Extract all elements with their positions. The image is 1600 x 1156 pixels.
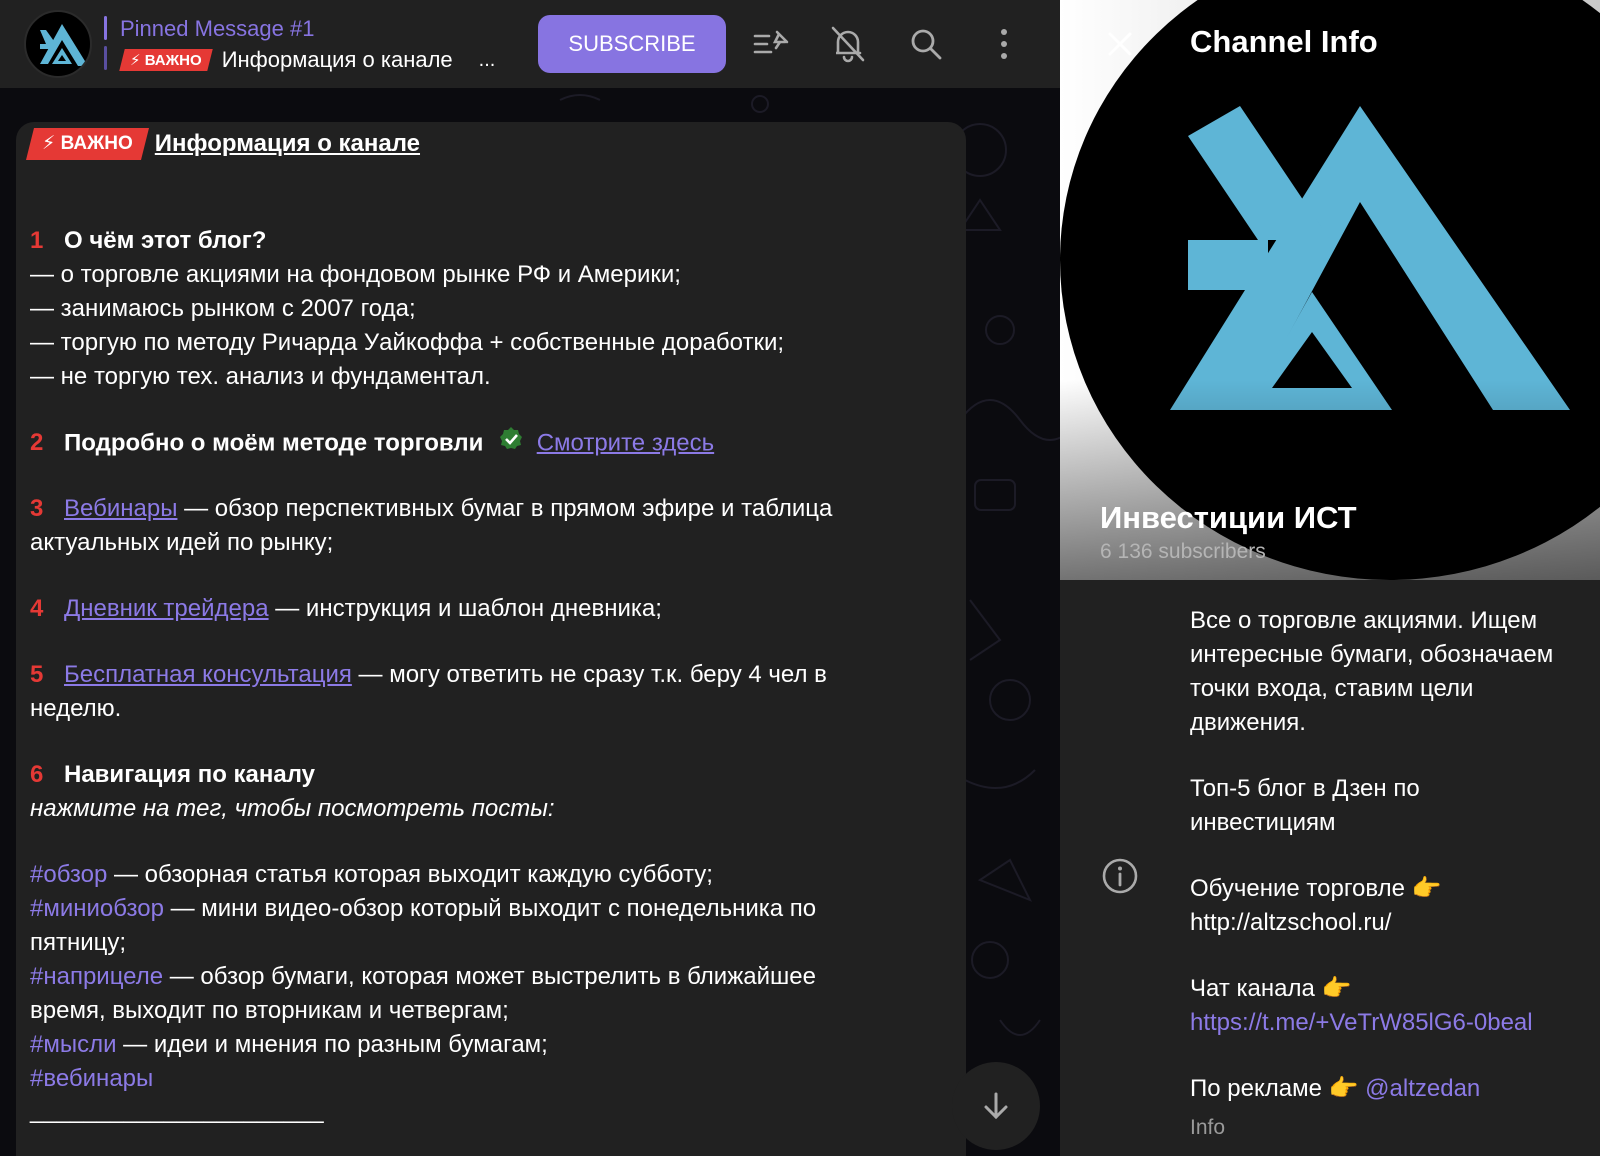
trader-diary-link[interactable]: Дневник трейдера (64, 595, 269, 622)
important-badge: ⚡ ВАЖНО (119, 49, 213, 71)
section-6-title: 6 Навигация по каналу (30, 758, 315, 792)
check-mark-icon (498, 426, 524, 462)
tag-line: #мысли — идеи и мнения по разным бумагам… (30, 1031, 548, 1058)
pinned-title: Pinned Message #1 (120, 16, 315, 41)
method-link[interactable]: Смотрите здесь (537, 429, 714, 456)
tag-line-continuation: время, выходит по вторникам и четвергам; (30, 997, 509, 1024)
post-header: ⚡ ВАЖНО Информация о канале (26, 124, 420, 164)
channel-info-panel: Channel Info Инвестиции ИСТ 6 136 subscr… (1060, 0, 1600, 1156)
hashtag-miniobzor[interactable]: #миниобзор (30, 895, 164, 922)
search-icon[interactable] (906, 24, 946, 64)
panel-title: Channel Info (1190, 24, 1378, 59)
unpin-list-icon[interactable] (752, 24, 792, 64)
channel-logo-icon (40, 24, 88, 66)
chat-header: Pinned Message #1 ⚡ ВАЖНО Информация о к… (0, 0, 1060, 88)
section-4: 4 Дневник трейдера — инструкция и шаблон … (30, 592, 662, 626)
section-6-subtitle: нажмите на тег, чтобы посмотреть посты: (30, 795, 555, 822)
pinned-ellipsis: ... (478, 48, 496, 71)
description-line: точки входа, ставим цели (1190, 675, 1474, 702)
description-line: движения. (1190, 709, 1306, 736)
tag-line: #обзор — обзорная статья которая выходит… (30, 861, 713, 888)
pinned-indicator-active (104, 16, 107, 40)
info-label: Info (1190, 1116, 1226, 1139)
tag-line: #наприцеле — обзор бумаги, которая может… (30, 963, 816, 990)
learn-text: Обучение торговле 👉 (1190, 875, 1442, 902)
number-5-icon: 5 (30, 661, 44, 688)
bell-off-icon[interactable] (828, 24, 868, 64)
section-1-line: — не торгую тех. анализ и фундаментал. (30, 363, 491, 390)
description-line: инвестициям (1190, 809, 1336, 836)
hashtag-napricele[interactable]: #наприцеле (30, 963, 163, 990)
info-icon (1102, 858, 1138, 894)
webinars-link[interactable]: Вебинары (64, 495, 177, 522)
number-2-icon: 2 (30, 429, 44, 457)
close-icon[interactable] (1100, 24, 1140, 64)
pinned-message-bar[interactable]: Pinned Message #1 ⚡ ВАЖНО Информация о к… (104, 14, 524, 74)
chat-text: Чат канала 👉 (1190, 975, 1352, 1002)
section-2: 2 Подробно о моём методе торговли Смотрит… (30, 426, 714, 462)
number-3-icon: 3 (30, 495, 44, 522)
tag-line: #вебинары (30, 1062, 153, 1096)
chat-area: Pinned Message #1 ⚡ ВАЖНО Информация о к… (0, 0, 1060, 1156)
hashtag-obzor[interactable]: #обзор (30, 861, 107, 888)
channel-photo (1060, 0, 1600, 580)
more-vertical-icon[interactable] (984, 24, 1024, 64)
section-3: 3 Вебинары — обзор перспективных бумаг в … (30, 492, 832, 526)
chat-url-link[interactable]: https://t.me/+VeTrW85lG6-0beal (1190, 1006, 1533, 1040)
description-line: Топ-5 блог в Дзен по (1190, 775, 1420, 802)
tag-line: #миниобзор — мини видео-обзор который вы… (30, 895, 817, 922)
section-1-line: — занимаюсь рынком с 2007 года; (30, 295, 416, 322)
description-line: Все о торговле акциями. Ищем (1190, 607, 1538, 634)
section-1-line: — торгую по методу Ричарда Уайкоффа + со… (30, 329, 785, 356)
post-header-link[interactable]: Информация о канале (155, 127, 420, 161)
divider-line: ______________________ (30, 1097, 324, 1124)
channel-name: Инвестиции ИСТ (1100, 500, 1357, 535)
free-consultation-link[interactable]: Бесплатная консультация (64, 661, 352, 688)
section-1-line: — о торговле акциями на фондовом рынке Р… (30, 261, 681, 288)
ads-line: По рекламе 👉 @altzedan (1190, 1075, 1481, 1102)
section-5: 5 Бесплатная консультация — могу ответить… (30, 658, 827, 692)
subscribe-button[interactable]: SUBSCRIBE (538, 15, 726, 73)
section-5-continuation: неделю. (30, 695, 122, 722)
important-badge: ⚡ ВАЖНО (26, 128, 149, 160)
number-1-icon: 1 (30, 227, 44, 254)
arrow-down-icon (984, 1092, 1008, 1120)
number-4-icon: 4 (30, 595, 44, 622)
pinned-preview-text: Информация о канале (221, 47, 453, 72)
subscriber-count: 6 136 subscribers (1100, 540, 1266, 563)
number-6-icon: 6 (30, 761, 44, 788)
ads-handle-link[interactable]: @altzedan (1365, 1075, 1480, 1102)
pinned-preview: ⚡ ВАЖНО Информация о канале ... (119, 46, 496, 74)
scroll-down-button[interactable] (952, 1062, 1040, 1150)
pinned-indicator (104, 46, 107, 70)
hashtag-mysli[interactable]: #мысли (30, 1031, 117, 1058)
section-1-title: 1О чём этот блог? (30, 224, 266, 258)
learn-url[interactable]: http://altzschool.ru/ (1190, 906, 1391, 940)
hashtag-vebinary[interactable]: #вебинары (30, 1065, 153, 1092)
description-line: интересные бумаги, обозначаем (1190, 641, 1554, 668)
pinned-post-message: ⚡ ВАЖНО Информация о канале 1О чём этот … (16, 122, 966, 1156)
tag-line-continuation: пятницу; (30, 929, 127, 956)
section-3-continuation: актуальных идей по рынку; (30, 529, 334, 556)
channel-avatar[interactable] (24, 10, 92, 78)
